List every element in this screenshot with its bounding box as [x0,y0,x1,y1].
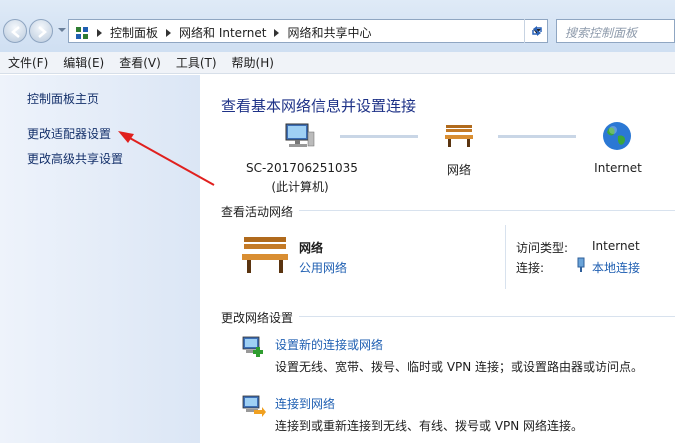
annotation-arrow-icon [118,131,215,186]
